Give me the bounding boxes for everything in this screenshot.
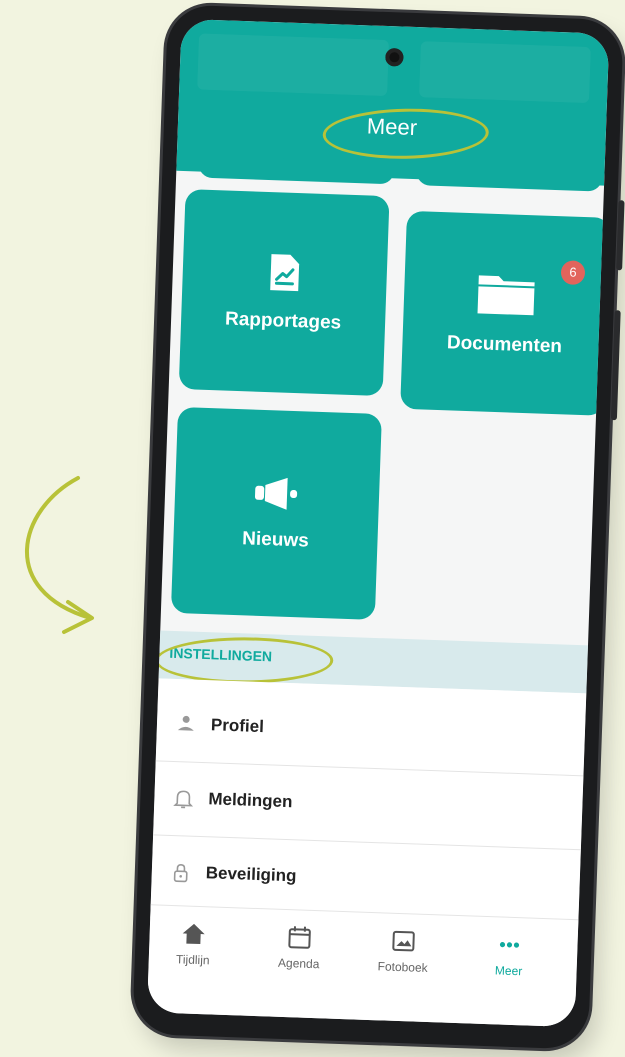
settings-list: Profiel Meldingen Beveiliging [150,678,587,934]
tab-agenda[interactable]: Agenda [258,923,340,972]
tile-label: Rapportages [224,308,342,334]
tile-documenten[interactable]: 6 Documenten [400,210,610,416]
status-area-left [197,33,389,97]
tab-fotoboek[interactable]: Fotoboek [362,927,444,976]
bottom-tab-bar: Tijdlijn Agenda Fotoboek Meer [146,904,579,1028]
more-dots-icon [499,941,520,948]
front-camera [385,47,404,67]
person-icon [177,715,194,731]
folder-icon [477,275,535,316]
megaphone-icon [254,477,298,510]
report-chart-icon [270,254,300,292]
bell-icon [173,790,194,809]
tab-tijdlijn[interactable]: Tijdlijn [153,919,235,968]
tab-meer[interactable]: Meer [468,930,550,979]
phone-frame: Meer Rapportages 6 Documenten Nieuws INS… [132,4,625,1050]
calendar-icon [288,926,311,949]
tile-label: Nieuws [241,528,310,552]
power-button [610,310,621,421]
section-highlight-circle [155,637,334,684]
settings-item-meldingen[interactable]: Meldingen [153,762,583,847]
tile-rapportages[interactable]: Rapportages [178,189,390,397]
tab-label: Tijdlijn [175,952,210,968]
settings-item-label: Profiel [210,715,265,737]
status-area-right [419,41,591,104]
notification-badge: 6 [560,260,586,286]
home-icon [182,923,205,945]
lock-icon [173,864,188,883]
settings-item-label: Beveiliging [205,863,297,886]
app-screen: Meer Rapportages 6 Documenten Nieuws INS… [146,18,610,1028]
photo-icon [392,930,415,952]
settings-item-label: Meldingen [208,789,293,812]
volume-button [616,200,625,271]
tile-label: Documenten [446,332,563,358]
settings-item-profiel[interactable]: Profiel [156,688,586,773]
tab-label: Fotoboek [377,959,428,975]
tab-label: Agenda [277,955,320,972]
tab-label: Meer [494,963,523,979]
tile-nieuws[interactable]: Nieuws [170,406,382,620]
annotation-arrow [25,476,94,634]
